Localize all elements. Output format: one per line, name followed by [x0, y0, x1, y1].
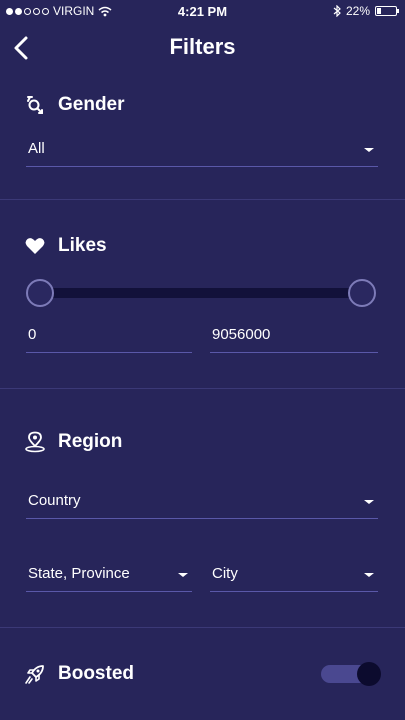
region-label: Region — [58, 431, 123, 452]
likes-max-field[interactable]: 9056000 — [210, 326, 378, 353]
status-bar: VIRGIN 4:21 PM 22% — [0, 0, 405, 22]
header: Filters — [0, 28, 405, 68]
chevron-down-icon — [364, 500, 374, 504]
divider — [0, 388, 405, 389]
chevron-down-icon — [364, 573, 374, 577]
gender-dropdown[interactable]: All — [26, 138, 378, 167]
chevron-down-icon — [364, 148, 374, 152]
page-title: Filters — [169, 34, 236, 59]
likes-section-title: Likes — [24, 235, 107, 257]
likes-max-value: 9056000 — [212, 326, 271, 343]
state-dropdown[interactable]: State, Province — [26, 563, 192, 592]
boosted-section-title: Boosted — [24, 663, 134, 685]
gender-icon — [27, 96, 43, 114]
likes-range-slider[interactable] — [40, 288, 362, 298]
likes-min-handle[interactable] — [26, 279, 54, 307]
gender-value: All — [28, 140, 45, 157]
likes-label: Likes — [58, 235, 107, 256]
gender-section-title: Gender — [24, 94, 125, 116]
boosted-toggle[interactable] — [321, 662, 381, 686]
likes-min-field[interactable]: 0 — [26, 326, 192, 353]
divider — [0, 627, 405, 628]
country-value: Country — [28, 492, 81, 509]
country-dropdown[interactable]: Country — [26, 490, 378, 519]
chevron-down-icon — [178, 573, 188, 577]
bluetooth-icon — [333, 5, 341, 17]
city-value: City — [212, 565, 238, 582]
heart-icon — [25, 238, 45, 254]
location-pin-icon — [25, 431, 45, 453]
gender-label: Gender — [58, 94, 125, 115]
toggle-thumb — [357, 662, 381, 686]
region-section-title: Region — [24, 431, 122, 453]
city-dropdown[interactable]: City — [210, 563, 378, 592]
divider — [0, 199, 405, 200]
boosted-label: Boosted — [58, 663, 134, 684]
battery-percent: 22% — [345, 4, 370, 18]
rocket-icon — [25, 665, 44, 684]
likes-max-handle[interactable] — [348, 279, 376, 307]
battery-icon — [375, 6, 399, 16]
state-value: State, Province — [28, 565, 130, 582]
likes-min-value: 0 — [28, 326, 37, 343]
